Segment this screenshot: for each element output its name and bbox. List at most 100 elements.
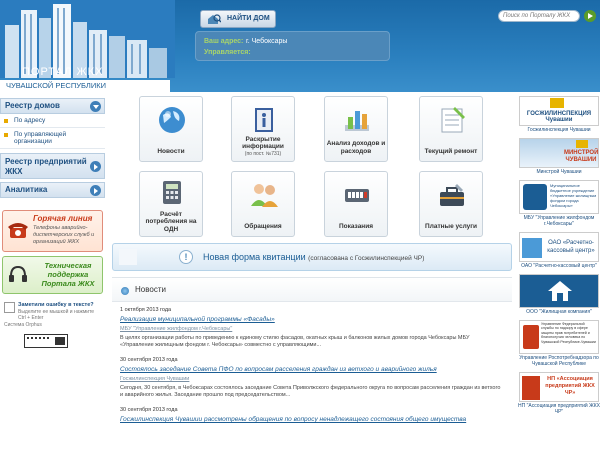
left-sidebar: Реестр домов По адресу По управляющей ор… <box>0 92 105 450</box>
typo-report: Заметили ошибку в тексте? Выделите ее мы… <box>2 300 103 322</box>
chevron-right-icon[interactable] <box>90 185 101 196</box>
chevron-right-icon[interactable] <box>90 161 101 172</box>
house-logo-icon <box>548 281 572 301</box>
exclamation-icon: ! <box>179 250 193 264</box>
news-source-link[interactable]: МБУ "Управление жилфондом г.Чебоксары" <box>120 326 504 332</box>
partner-rospotrebnadzor[interactable]: Управление Федеральной службы по надзору… <box>518 320 600 367</box>
news-title-link[interactable]: Реализация муниципальной программы «Фаса… <box>120 316 504 323</box>
partner-caption: Управление Роспотребнадзора по Чувашской… <box>519 355 599 367</box>
checklist-icon <box>441 107 465 133</box>
tile-appeals[interactable]: Обращения <box>231 171 295 237</box>
new-receipt-banner[interactable]: ! Новая форма квитанции (согласована с Г… <box>112 243 512 271</box>
info-book-icon <box>255 108 273 132</box>
tile-readings-label: Показания <box>338 222 374 230</box>
tile-calc-odn-label: Расчёт потребления на ОДН <box>145 210 197 233</box>
partner-housing-company[interactable]: ООО "Жилищная компания" <box>518 274 600 315</box>
news-title-link[interactable]: Состоялось заседание Совета ПФО по вопро… <box>120 366 504 373</box>
banner-title: Новая форма квитанции <box>203 252 306 262</box>
news-item: 30 сентября 2013 года Госжилинспекция Чу… <box>112 402 512 426</box>
hotline-desc: Телефоны аварийно-диспетчерских служб и … <box>33 225 95 245</box>
meter-icon <box>345 189 369 202</box>
partner-logo <box>519 274 599 308</box>
menu-registry-houses-label: Реестр домов <box>5 101 60 110</box>
counter-logo[interactable] <box>24 334 68 348</box>
tile-repair[interactable]: Текущий ремонт <box>419 96 483 162</box>
logo-subtitle: ЧУВАШСКОЙ РЕСПУБЛИКИ <box>0 80 170 92</box>
people-icon <box>251 184 278 207</box>
orphus-icon <box>4 302 15 313</box>
address-label: Ваш адрес: <box>204 38 244 45</box>
submenu-by-address[interactable]: По адресу <box>0 114 105 128</box>
news-panel: Новости 1 октября 2013 года Реализация м… <box>112 277 512 450</box>
partner-logo: НП «Ассоциация предприятий ЖКХ ЧР» <box>519 372 599 402</box>
tile-readings[interactable]: Показания <box>324 171 388 237</box>
news-body: В целях организации работы по приведению… <box>120 335 470 348</box>
headset-icon <box>9 265 27 282</box>
support-title: Техническая поддержка Портала ЖКХ <box>41 261 95 288</box>
tile-news[interactable]: Новости <box>139 96 203 162</box>
tile-calc-odn[interactable]: Расчёт потребления на ОДН <box>139 171 203 237</box>
menu-registry-houses[interactable]: Реестр домов <box>0 98 105 114</box>
phone-icon <box>8 223 28 238</box>
tile-analysis[interactable]: Анализ доходов и расходов <box>324 96 388 162</box>
address-value[interactable]: г. Чебоксары <box>246 38 287 45</box>
tile-appeals-label: Обращения <box>244 222 282 230</box>
hotline-title: Горячая линия <box>33 214 93 223</box>
partner-logo: МИНСТРОЙ ЧУВАШИИ <box>519 138 599 168</box>
site-header: ПОРТАЛ ЖКХ ЧУВАШСКОЙ РЕСПУБЛИКИ НАЙТИ ДО… <box>0 0 600 92</box>
search-input[interactable]: Поиск по Порталу ЖКХ <box>498 10 580 22</box>
menu-registry-companies-label: Реестр предприятий ЖКХ <box>5 157 87 176</box>
news-source-link[interactable]: Госжилинспекция Чувашии <box>120 376 504 382</box>
tile-disclosure[interactable]: Раскрытие информации (по пост. №731) <box>231 96 295 162</box>
partner-mbu-zhilfond[interactable]: Муниципальное бюджетное учреждение «Упра… <box>518 180 600 227</box>
chevron-down-icon[interactable] <box>90 101 101 112</box>
find-house-label: НАЙТИ ДОМ <box>227 15 270 22</box>
partner-caption: ОАО "Расчетно-кассовый центр" <box>521 263 597 269</box>
partner-logo: ОАО «Расчетно-кассовый центр» <box>519 232 599 262</box>
tile-news-label: Новости <box>157 147 185 155</box>
tile-disclosure-label: Раскрытие информации <box>242 135 284 151</box>
partner-logo: ГОСЖИЛИНСПЕКЦИЯ Чувашии <box>519 96 599 126</box>
tile-paid-services-label: Платные услуги <box>425 222 477 230</box>
partner-rkc[interactable]: ОАО «Расчетно-кассовый центр» ОАО "Расче… <box>518 232 600 269</box>
news-heading[interactable]: Новости <box>135 285 166 294</box>
typo-desc: Выделите ее мышкой и нажмите Ctrl + Ente… <box>18 309 95 321</box>
receipt-thumbnail <box>119 249 137 265</box>
right-partners: ГОСЖИЛИНСПЕКЦИЯ Чувашии Госжилинспекция … <box>518 92 600 450</box>
news-date: 1 октября 2013 года <box>120 307 172 313</box>
main-content: Новости Раскрытие информации (по пост. №7… <box>112 92 512 450</box>
typo-title: Заметили ошибку в тексте? <box>18 302 94 308</box>
partner-caption: Минстрой Чувашии <box>536 169 582 175</box>
hotline-banner[interactable]: Горячая линия Телефоны аварийно-диспетче… <box>2 210 103 252</box>
tile-disclosure-sub: (по пост. №731) <box>244 150 282 157</box>
partner-gosjilinspekcia[interactable]: ГОСЖИЛИНСПЕКЦИЯ Чувашии Госжилинспекция … <box>518 96 600 133</box>
toolbox-icon <box>440 184 464 206</box>
find-house-button[interactable]: НАЙТИ ДОМ <box>200 10 276 28</box>
partner-logo: Управление Федеральной службы по надзору… <box>519 320 599 354</box>
news-item: 30 сентября 2013 года Состоялось заседан… <box>112 352 512 402</box>
banner-subtitle: (согласована с Госжилинспекцией ЧР) <box>308 255 425 262</box>
tile-paid-services[interactable]: Платные услуги <box>419 171 483 237</box>
partner-caption: ООО "Жилищная компания" <box>526 309 592 315</box>
logo-title[interactable]: ПОРТАЛ ЖКХ <box>22 66 103 78</box>
menu-analytics[interactable]: Аналитика <box>0 182 105 198</box>
news-title-link[interactable]: Госжилинспекция Чувашии рассмотрены обра… <box>120 416 504 423</box>
search-submit-button[interactable] <box>584 10 596 22</box>
news-bullet-icon <box>121 287 129 295</box>
menu-registry-companies[interactable]: Реестр предприятий ЖКХ <box>0 153 105 179</box>
house-search-icon <box>208 14 221 24</box>
partner-minstroy[interactable]: МИНСТРОЙ ЧУВАШИИ Минстрой Чувашии <box>518 138 600 175</box>
tile-repair-label: Текущий ремонт <box>424 147 478 155</box>
news-body: Сегодня, 30 сентября, в Чебоксарах состо… <box>120 385 501 398</box>
partner-association-zhkh[interactable]: НП «Ассоциация предприятий ЖКХ ЧР» НП "А… <box>518 372 600 415</box>
partner-caption: Госжилинспекция Чувашии <box>527 127 591 133</box>
bar-chart-icon <box>345 111 369 131</box>
tile-analysis-label: Анализ доходов и расходов <box>326 140 386 155</box>
address-panel: Ваш адрес: г. Чебоксары Управляется: <box>195 31 390 61</box>
partner-caption: МБУ "Управление жилфондом г.Чебоксары" <box>523 215 595 227</box>
orphus-label[interactable]: Система Orphus <box>4 322 105 328</box>
support-banner[interactable]: Техническая поддержка Портала ЖКХ <box>2 256 103 294</box>
partner-caption: НП "Ассоциация предприятий ЖКХ ЧР" <box>518 403 600 415</box>
news-date: 30 сентября 2013 года <box>120 407 178 413</box>
submenu-by-org[interactable]: По управляющей организации <box>0 128 105 149</box>
